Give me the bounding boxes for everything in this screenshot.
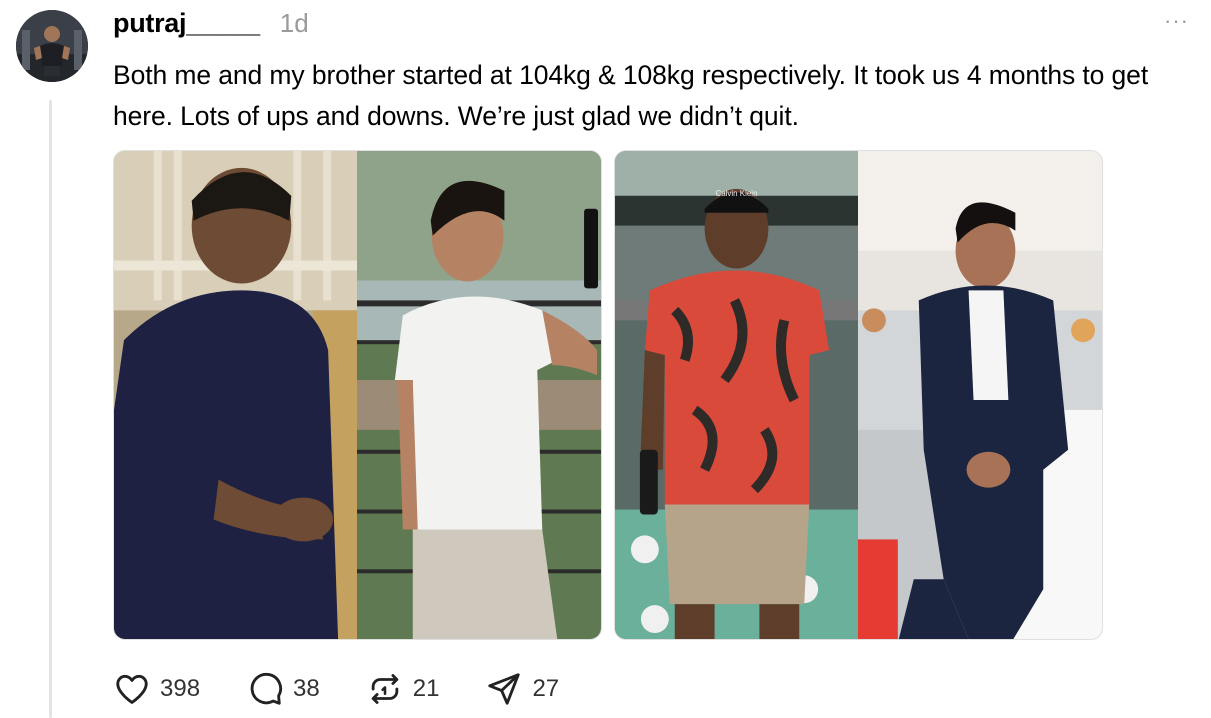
timestamp[interactable]: 1d	[280, 8, 309, 39]
photo-1-image	[114, 151, 601, 639]
like-count: 398	[160, 675, 201, 702]
heart-icon	[116, 674, 148, 704]
more-options-icon[interactable]: ···	[1164, 8, 1189, 34]
share-button[interactable]: 27	[485, 670, 559, 708]
repost-count: 21	[412, 675, 440, 702]
share-count: 27	[532, 675, 560, 702]
like-button[interactable]: 398	[113, 670, 200, 708]
comment-icon	[250, 672, 282, 705]
avatar-image	[16, 10, 88, 82]
action-bar: 398 38 21 27	[113, 670, 605, 708]
repost-button[interactable]: 21	[366, 670, 440, 708]
post-header: putraj_____ 1d	[113, 8, 309, 39]
cap-logo: Calvin Klein	[716, 189, 758, 198]
thread-line	[49, 100, 52, 718]
comment-button[interactable]: 38	[246, 670, 320, 708]
before-after-photo-1[interactable]	[113, 150, 602, 640]
post-text: Both me and my brother started at 104kg …	[113, 60, 1149, 131]
avatar[interactable]	[16, 10, 88, 82]
username[interactable]: putraj_____	[113, 8, 260, 39]
send-icon	[488, 673, 521, 705]
before-after-photo-2[interactable]: Calvin Klein	[614, 150, 1103, 640]
repost-icon	[371, 674, 399, 704]
photo-2-image: Calvin Klein	[615, 151, 1102, 639]
comment-count: 38	[293, 675, 320, 702]
